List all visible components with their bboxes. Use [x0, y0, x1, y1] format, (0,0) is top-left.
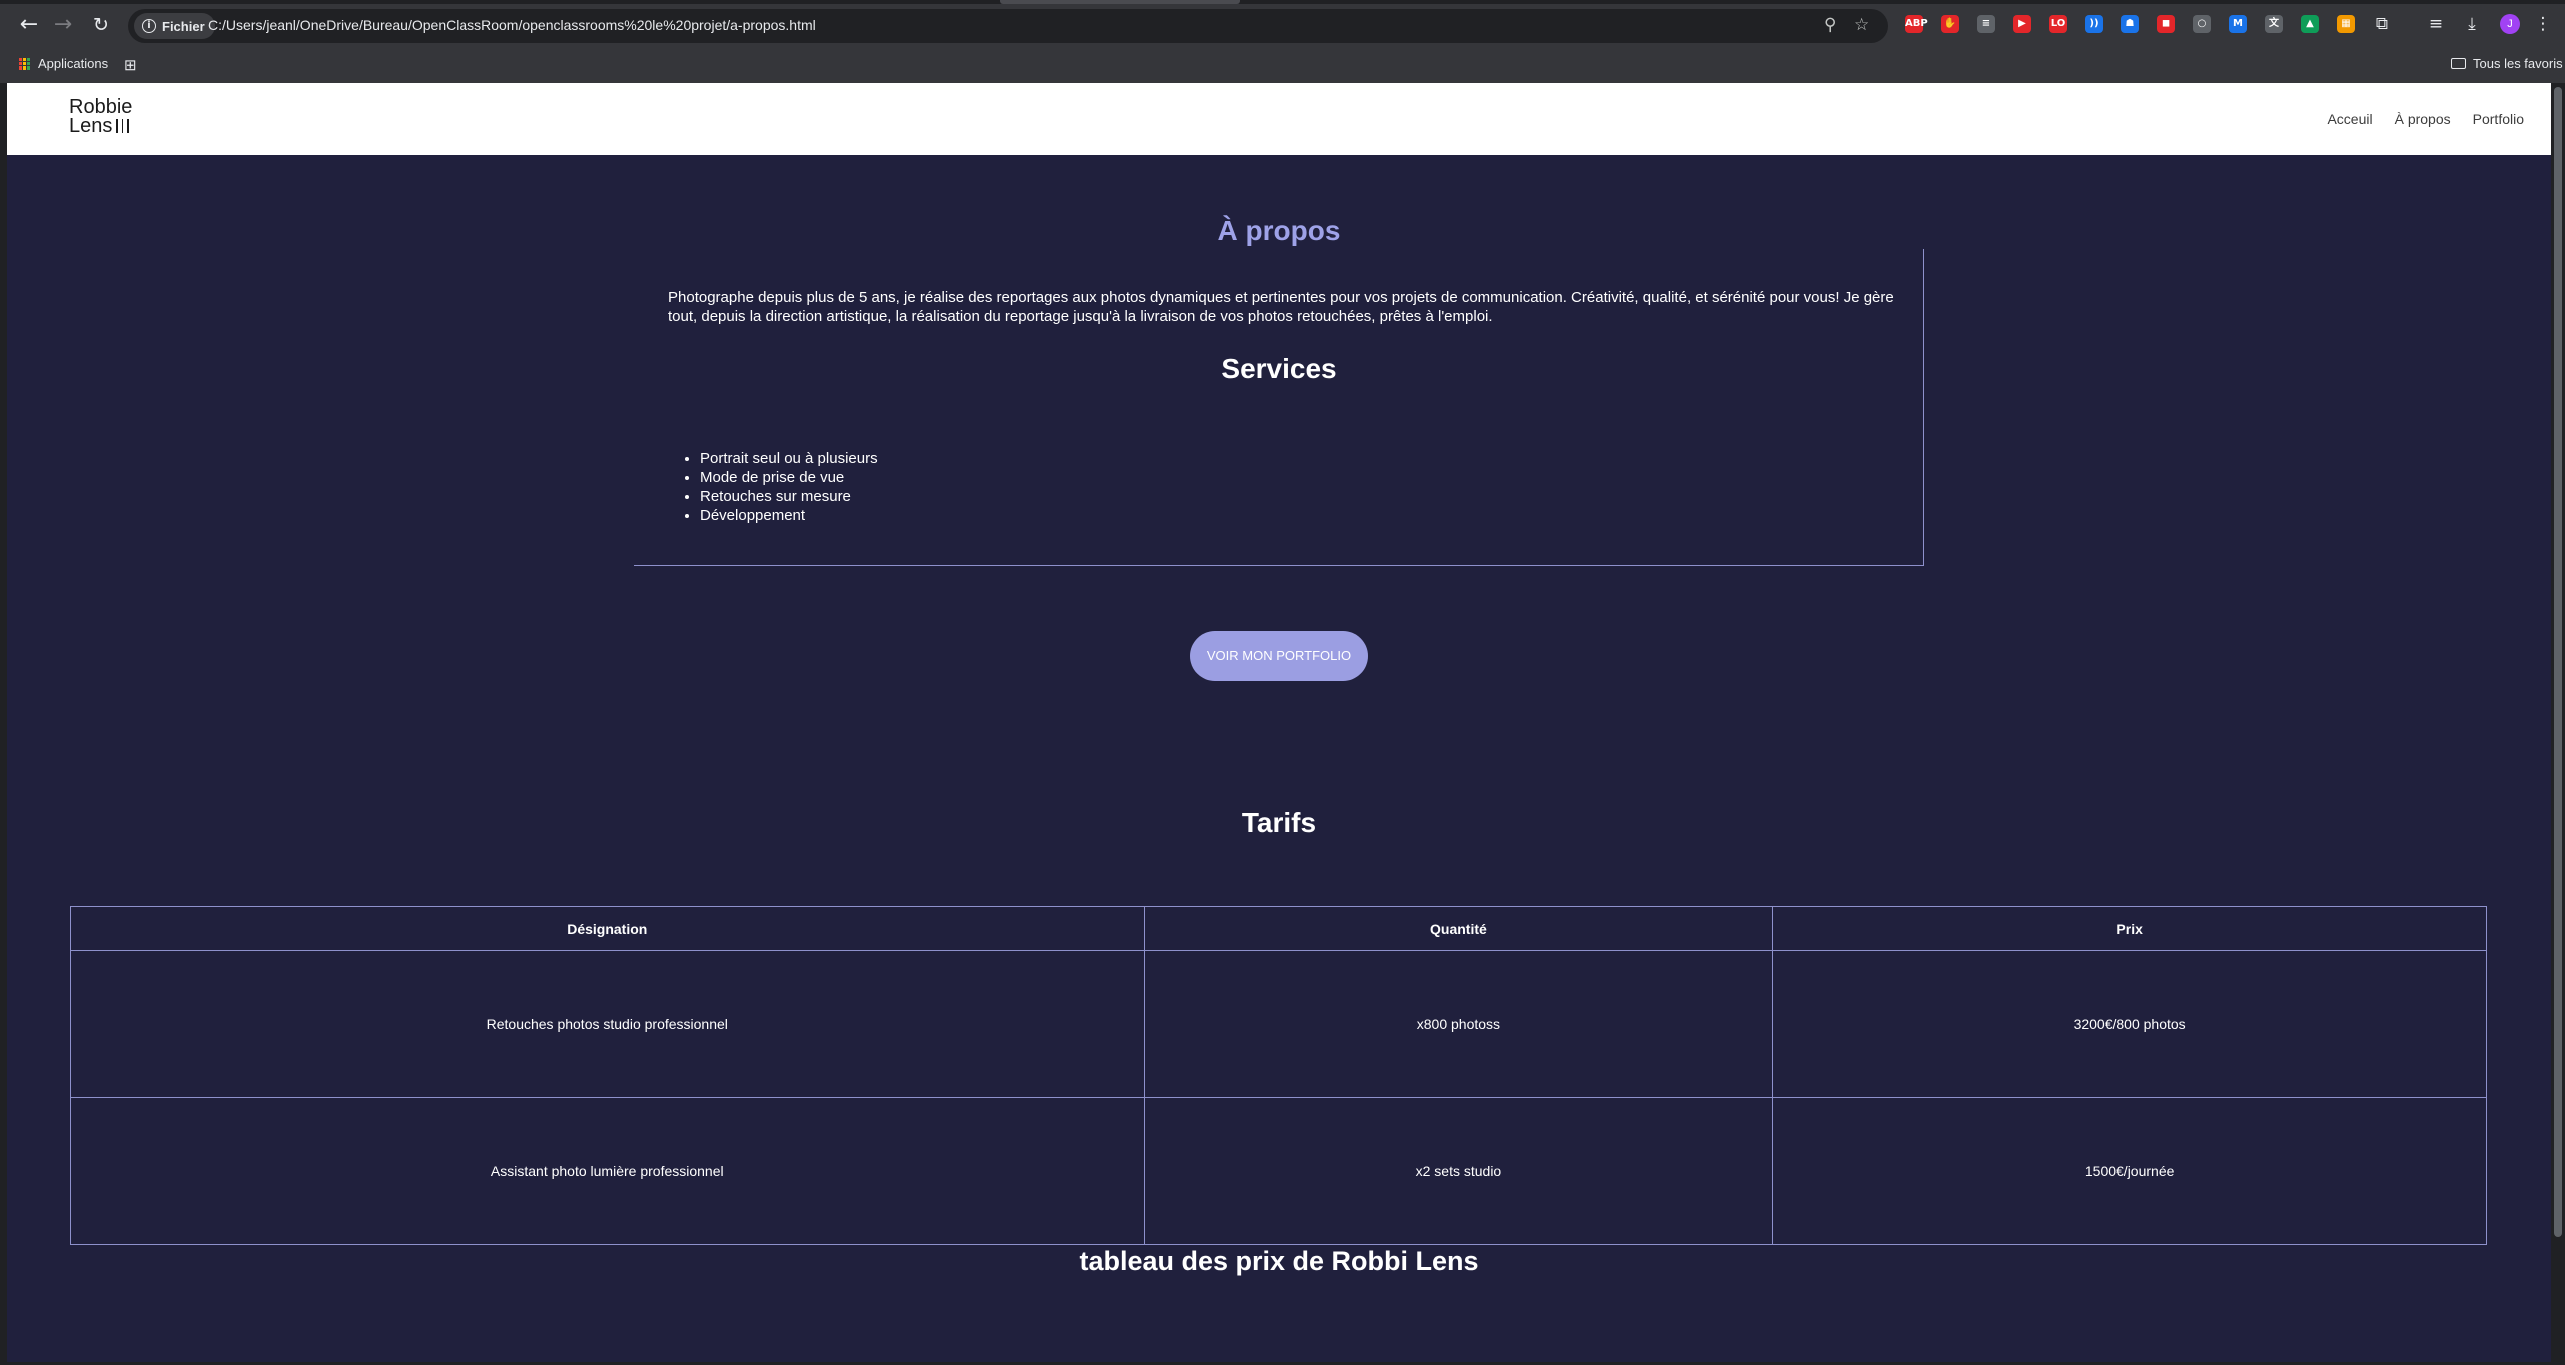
bookmark-all-favorites[interactable]: Tous les favoris — [2451, 56, 2563, 71]
list-item: Portrait seul ou à plusieurs — [700, 449, 878, 468]
site-logo[interactable]: Robbie Lens — [69, 97, 133, 137]
cell-prix: 3200€/800 photos — [1772, 950, 2487, 1098]
reading-list-icon[interactable]: ≡ — [2425, 13, 2447, 35]
back-icon[interactable]: ← — [16, 12, 42, 38]
folder-icon — [2451, 58, 2466, 69]
table-caption: tableau des prix de Robbi Lens — [1079, 1246, 1479, 1276]
nav-link-acceuil[interactable]: Acceuil — [2327, 111, 2372, 127]
extension-icon[interactable]: ▦ — [2337, 15, 2355, 33]
scrollbar-thumb[interactable] — [2554, 87, 2562, 1237]
page-viewport: Robbie Lens Acceuil À propos Portfolio À… — [7, 83, 2551, 1362]
table-header-row: Désignation Quantité Prix — [70, 906, 2487, 951]
list-item: Mode de prise de vue — [700, 468, 878, 487]
extension-icon[interactable]: ✋ — [1941, 15, 1959, 33]
bookmark-star-icon[interactable]: ☆ — [1854, 15, 1869, 35]
bookmark-applications[interactable]: Applications — [19, 56, 108, 71]
menu-kebab-icon[interactable]: ⋮ — [2532, 13, 2554, 35]
cell-designation: Retouches photos studio professionnel — [70, 950, 1145, 1098]
bookmark-applications-label: Applications — [38, 56, 109, 71]
cell-designation: Assistant photo lumière professionnel — [70, 1097, 1145, 1245]
extension-icon[interactable]: )) — [2085, 15, 2103, 33]
prices-table: Désignation Quantité Prix Retouches phot… — [70, 906, 2487, 1245]
services-list: Portrait seul ou à plusieurs Mode de pri… — [700, 449, 878, 525]
site-info-chip[interactable]: i Fichier — [134, 13, 215, 39]
list-item: Développement — [700, 506, 878, 525]
site-header: Robbie Lens Acceuil À propos Portfolio — [7, 83, 2551, 155]
page-scrollbar[interactable] — [2551, 83, 2565, 1362]
extension-icon[interactable]: ≡ — [1977, 15, 1995, 33]
portfolio-button[interactable]: VOIR MON PORTFOLIO — [1190, 631, 1368, 681]
about-text: Photographe depuis plus de 5 ans, je réa… — [668, 289, 1894, 325]
apps-grid-icon — [19, 57, 31, 70]
extension-icon[interactable]: ○ — [2193, 15, 2211, 33]
address-bar[interactable]: i Fichier C:/Users/jeanl/OneDrive/Bureau… — [128, 9, 1888, 43]
extension-icon[interactable]: ▲ — [2301, 15, 2319, 33]
bookmarks-bar: Applications ⊞ Tous les favoris — [0, 52, 2565, 82]
services-title: Services — [1221, 353, 1337, 384]
logo-bars-icon — [116, 118, 133, 137]
extensions-puzzle-icon[interactable]: ⧉ — [2371, 13, 2393, 35]
nav-link-a-propos[interactable]: À propos — [2395, 111, 2451, 127]
extension-icon[interactable]: ◼ — [2157, 15, 2175, 33]
bookmark-all-favorites-label: Tous les favoris — [2473, 56, 2563, 71]
extension-icon[interactable]: 文 — [2265, 15, 2283, 33]
browser-chrome: ← → ↻ i Fichier C:/Users/jeanl/OneDrive/… — [0, 0, 2565, 83]
header-quantite: Quantité — [1143, 906, 1774, 951]
nav-link-portfolio[interactable]: Portfolio — [2473, 111, 2524, 127]
cell-quantite: x800 photoss — [1143, 950, 1774, 1098]
extension-icon[interactable]: ▶ — [2013, 15, 2031, 33]
tarifs-title: Tarifs — [1241, 807, 1317, 838]
forward-icon[interactable]: → — [50, 12, 76, 38]
list-item: Retouches sur mesure — [700, 487, 878, 506]
extension-icon[interactable]: ☗ — [2121, 15, 2139, 33]
url-text[interactable]: C:/Users/jeanl/OneDrive/Bureau/OpenClass… — [208, 17, 816, 33]
download-icon[interactable]: ⤓ — [2461, 13, 2483, 35]
site-info-label: Fichier — [162, 18, 205, 34]
tab-strip — [0, 0, 2565, 4]
extension-icon[interactable]: M — [2229, 15, 2247, 33]
table-row: Retouches photos studio professionnel x8… — [70, 950, 2487, 1098]
header-prix: Prix — [1772, 906, 2487, 951]
zoom-icon[interactable]: ⚲ — [1824, 15, 1836, 35]
reload-icon[interactable]: ↻ — [88, 12, 114, 38]
profile-avatar[interactable]: J — [2500, 14, 2520, 34]
about-title: À propos — [1217, 215, 1341, 246]
tab-groups-icon[interactable]: ⊞ — [124, 56, 137, 74]
logo-line2: Lens — [69, 115, 113, 137]
cell-quantite: x2 sets studio — [1143, 1097, 1774, 1245]
extension-icon[interactable]: ABP — [1905, 15, 1928, 33]
site-nav: Acceuil À propos Portfolio — [2327, 111, 2524, 127]
table-row: Assistant photo lumière professionnel x2… — [70, 1097, 2487, 1245]
cell-prix: 1500€/journée — [1772, 1097, 2487, 1245]
about-section: Photographe depuis plus de 5 ans, je réa… — [634, 249, 1924, 566]
info-icon: i — [142, 19, 156, 33]
header-designation: Désignation — [70, 906, 1145, 951]
extension-icon[interactable]: LO — [2049, 15, 2067, 33]
